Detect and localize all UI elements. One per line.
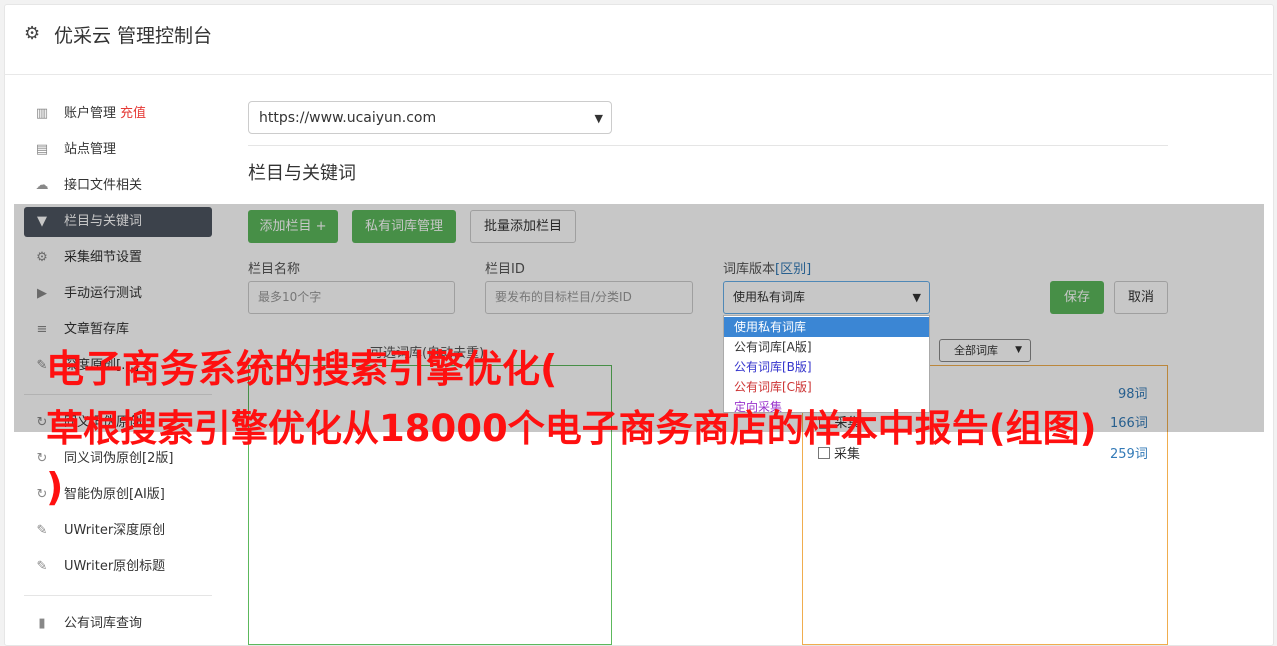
dropdown-option[interactable]: 公有词库[A版] (724, 337, 929, 357)
section-title: 栏目与关键词 (248, 163, 356, 184)
library-version-dropdown[interactable]: 使用私有词库 公有词库[A版] 公有词库[B版] 公有词库[C版] 定向采集 (723, 315, 930, 413)
sidebar-divider (24, 595, 212, 596)
gear-icon: ⚙ (24, 23, 41, 44)
sidebar-item-label: 接口文件相关 (64, 178, 143, 193)
sidebar-item-uwriter-deep[interactable]: ✎ UWriter深度原创 (24, 516, 212, 546)
page-header: ⚙ 优采云 管理控制台 (4, 4, 1272, 75)
recharge-link[interactable]: 充值 (120, 106, 146, 121)
headline-line-2: 草根搜索引擎优化从18000个电子商务商店的样本中报告(组图) (46, 407, 1097, 450)
sidebar-item-public-lib[interactable]: ▮ 公有词库查询 (24, 609, 212, 639)
headline-line-3: ) (46, 465, 64, 509)
site-select-value: https://www.ucaiyun.com (259, 110, 437, 126)
dropdown-option[interactable]: 公有词库[C版] (724, 377, 929, 397)
sidebar-item-uwriter-title[interactable]: ✎ UWriter原创标题 (24, 552, 212, 582)
library-word-count: 259词 (1110, 447, 1148, 462)
sidebar-item-label: 账户管理 (64, 106, 117, 121)
book-icon: ▮ (38, 616, 46, 631)
app-title: 优采云 管理控制台 (54, 25, 213, 47)
sidebar-item-interface-files[interactable]: ☁ 接口文件相关 (24, 171, 212, 201)
sidebar-item-label: UWriter深度原创 (64, 523, 166, 538)
edit-icon: ✎ (36, 523, 48, 538)
edit-icon: ✎ (36, 559, 48, 574)
headline-line-1: 电子商务系统的搜索引擎优化( (46, 347, 558, 391)
sidebar-item-label: 智能伪原创[AI版] (64, 487, 165, 502)
sidebar-item-label: UWriter原创标题 (64, 559, 166, 574)
cloud-upload-icon: ☁ (35, 178, 49, 193)
sidebar-item-label: 公有词库查询 (64, 616, 143, 631)
sidebar-item-account[interactable]: ▥ 账户管理 充值 (24, 99, 212, 129)
overlay-band (14, 204, 1264, 432)
site-select[interactable]: https://www.ucaiyun.com ▼ (248, 101, 612, 134)
sidebar-item-label: 站点管理 (64, 142, 117, 157)
divider (248, 145, 1168, 146)
server-icon: ▤ (35, 142, 49, 157)
dropdown-option[interactable]: 使用私有词库 (724, 317, 929, 337)
bar-chart-icon: ▥ (35, 106, 49, 121)
dropdown-option[interactable]: 公有词库[B版] (724, 357, 929, 377)
sidebar-item-sites[interactable]: ▤ 站点管理 (24, 135, 212, 165)
chevron-down-icon: ▼ (594, 112, 603, 125)
